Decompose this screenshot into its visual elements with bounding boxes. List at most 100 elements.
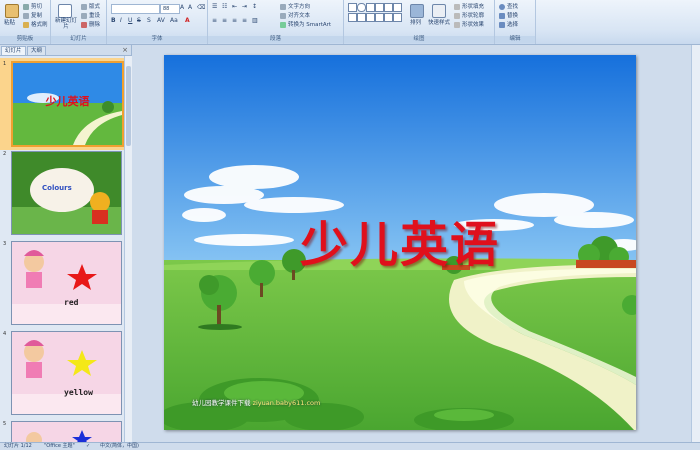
shrink-font-icon[interactable]: A — [188, 4, 192, 11]
columns-icon[interactable]: ▥ — [252, 17, 258, 24]
bullets-icon[interactable]: ☰ — [212, 3, 217, 10]
text-direction-label: 文字方向 — [288, 4, 311, 10]
slide-thumbnail-1[interactable]: 少儿英语 — [11, 61, 124, 147]
shape-outline-button[interactable]: 形状轮廓 — [454, 11, 484, 19]
panel-tabs: 幻灯片 大纲 × — [0, 45, 131, 56]
decrease-indent-icon[interactable]: ⇤ — [232, 3, 237, 10]
copy-button[interactable]: 复制 — [23, 11, 42, 19]
reset-label: 重设 — [89, 13, 101, 19]
quick-styles-button[interactable]: 快速样式 — [428, 18, 450, 26]
change-case-icon[interactable]: Aa — [170, 17, 178, 24]
thumb-number: 3 — [3, 241, 7, 247]
increase-indent-icon[interactable]: ⇥ — [242, 3, 247, 10]
slide-thumbnail-4[interactable]: yellow — [11, 331, 122, 415]
thumb-number: 4 — [3, 331, 7, 337]
font-size-dropdown[interactable]: 88 — [160, 4, 180, 14]
arrange-icon[interactable] — [410, 4, 424, 18]
cut-button[interactable]: 剪切 — [23, 2, 42, 10]
align-text-icon — [280, 12, 286, 19]
reset-button[interactable]: 重设 — [81, 11, 100, 19]
clipboard-label: 剪贴板 — [0, 36, 50, 43]
select-label: 选择 — [507, 22, 519, 28]
shape-oval-icon[interactable] — [357, 3, 366, 12]
drawing-group: 排列 快速样式 形状填充 形状轮廓 形状效果 绘图 — [344, 0, 495, 44]
close-icon[interactable]: × — [122, 46, 128, 54]
shadow-icon[interactable]: S — [147, 17, 151, 24]
spacing-icon[interactable]: AV — [157, 17, 165, 24]
text-direction-button[interactable]: 文字方向 — [280, 2, 310, 10]
shape-triangle-icon[interactable] — [384, 3, 393, 12]
thumb4-graphic — [12, 332, 121, 414]
slide-title[interactable]: 少儿英语 — [164, 205, 636, 275]
slide-thumbnail-3[interactable]: red — [11, 241, 122, 325]
align-right-icon[interactable]: ≡ — [232, 17, 237, 24]
cut-label: 剪切 — [31, 4, 43, 10]
current-slide[interactable]: 少儿英语 幼儿园教学课件下载 ziyuan.baby611.com — [164, 55, 636, 430]
align-text-button[interactable]: 对齐文本 — [280, 11, 310, 19]
new-slide-icon[interactable] — [58, 4, 72, 18]
copy-icon — [23, 12, 29, 19]
convert-smartart-button[interactable]: 转换为 SmartArt — [280, 20, 331, 28]
drawing-label: 绘图 — [344, 36, 494, 43]
delete-label: 删除 — [89, 22, 101, 28]
layout-button[interactable]: 版式 — [81, 2, 100, 10]
strikethrough-icon[interactable]: S — [137, 17, 141, 24]
shape-outline-label: 形状轮廓 — [462, 13, 485, 19]
find-button[interactable]: 查找 — [499, 2, 518, 10]
grow-font-icon[interactable]: A — [180, 4, 184, 11]
thumb-number: 2 — [3, 151, 7, 157]
paragraph-label: 段落 — [208, 36, 343, 43]
tab-outline[interactable]: 大纲 — [27, 46, 47, 55]
tab-slides[interactable]: 幻灯片 — [1, 46, 26, 55]
thumb-title: Colours — [42, 184, 72, 192]
credit-url[interactable]: ziyuan.baby611.com — [253, 399, 321, 407]
panel-scrollbar[interactable] — [124, 56, 132, 442]
shape-effects-button[interactable]: 形状效果 — [454, 20, 484, 28]
numbering-icon[interactable]: ☷ — [222, 3, 227, 10]
align-left-icon[interactable]: ≡ — [212, 17, 217, 24]
font-group: 88 A A ⌫ B I U S S AV Aa A 字体 — [107, 0, 208, 44]
shape-more-icon[interactable] — [393, 13, 402, 22]
quick-styles-icon[interactable] — [432, 4, 446, 18]
delete-button[interactable]: 删除 — [81, 20, 100, 28]
thumb-title: red — [64, 298, 79, 307]
underline-icon[interactable]: U — [128, 17, 132, 24]
shape-curve-icon[interactable] — [366, 13, 375, 22]
shape-star-icon[interactable] — [393, 3, 402, 12]
thumb-number: 1 — [3, 61, 7, 67]
shape-callout-icon[interactable] — [357, 13, 366, 22]
slide-scrollbar[interactable] — [691, 45, 700, 442]
credit-label: 幼儿园教学课件下载 — [192, 399, 251, 407]
shape-line-icon[interactable] — [366, 3, 375, 12]
shape-arrow-icon[interactable] — [375, 3, 384, 12]
format-painter-button[interactable]: 格式刷 — [23, 20, 48, 28]
layout-label: 版式 — [89, 4, 101, 10]
paste-icon[interactable] — [5, 4, 19, 18]
shape-rect-icon[interactable] — [348, 3, 357, 12]
line-spacing-icon[interactable]: ↕ — [252, 3, 257, 10]
select-icon — [499, 21, 505, 28]
font-name-dropdown[interactable] — [111, 4, 160, 14]
new-slide-button[interactable]: 新建幻灯片 — [53, 18, 79, 30]
arrange-button[interactable]: 排列 — [410, 18, 421, 26]
clear-format-icon[interactable]: ⌫ — [197, 4, 205, 11]
shape-brace-icon[interactable] — [348, 13, 357, 22]
align-center-icon[interactable]: ≡ — [222, 17, 227, 24]
justify-icon[interactable]: ≡ — [242, 17, 247, 24]
slide-thumbnail-2[interactable]: Colours — [11, 151, 122, 235]
paste-button[interactable]: 粘贴 — [4, 18, 15, 26]
slide-thumbnail-5[interactable] — [11, 421, 122, 444]
select-button[interactable]: 选择 — [499, 20, 518, 28]
align-text-label: 对齐文本 — [288, 13, 311, 19]
shape-heart-icon[interactable] — [375, 13, 384, 22]
bold-icon[interactable]: B — [111, 17, 116, 24]
font-color-icon[interactable]: A — [185, 17, 190, 24]
shape-effects-label: 形状效果 — [462, 22, 485, 28]
shape-fill-button[interactable]: 形状填充 — [454, 2, 484, 10]
ribbon: 粘贴 剪切 复制 格式刷 剪贴板 新建幻灯片 版式 重设 删除 幻灯片 88 A… — [0, 0, 700, 45]
panel-scrollbar-thumb[interactable] — [126, 66, 131, 146]
copy-label: 复制 — [31, 13, 43, 19]
replace-button[interactable]: 替换 — [499, 11, 518, 19]
shape-moon-icon[interactable] — [384, 13, 393, 22]
italic-icon[interactable]: I — [120, 17, 122, 24]
